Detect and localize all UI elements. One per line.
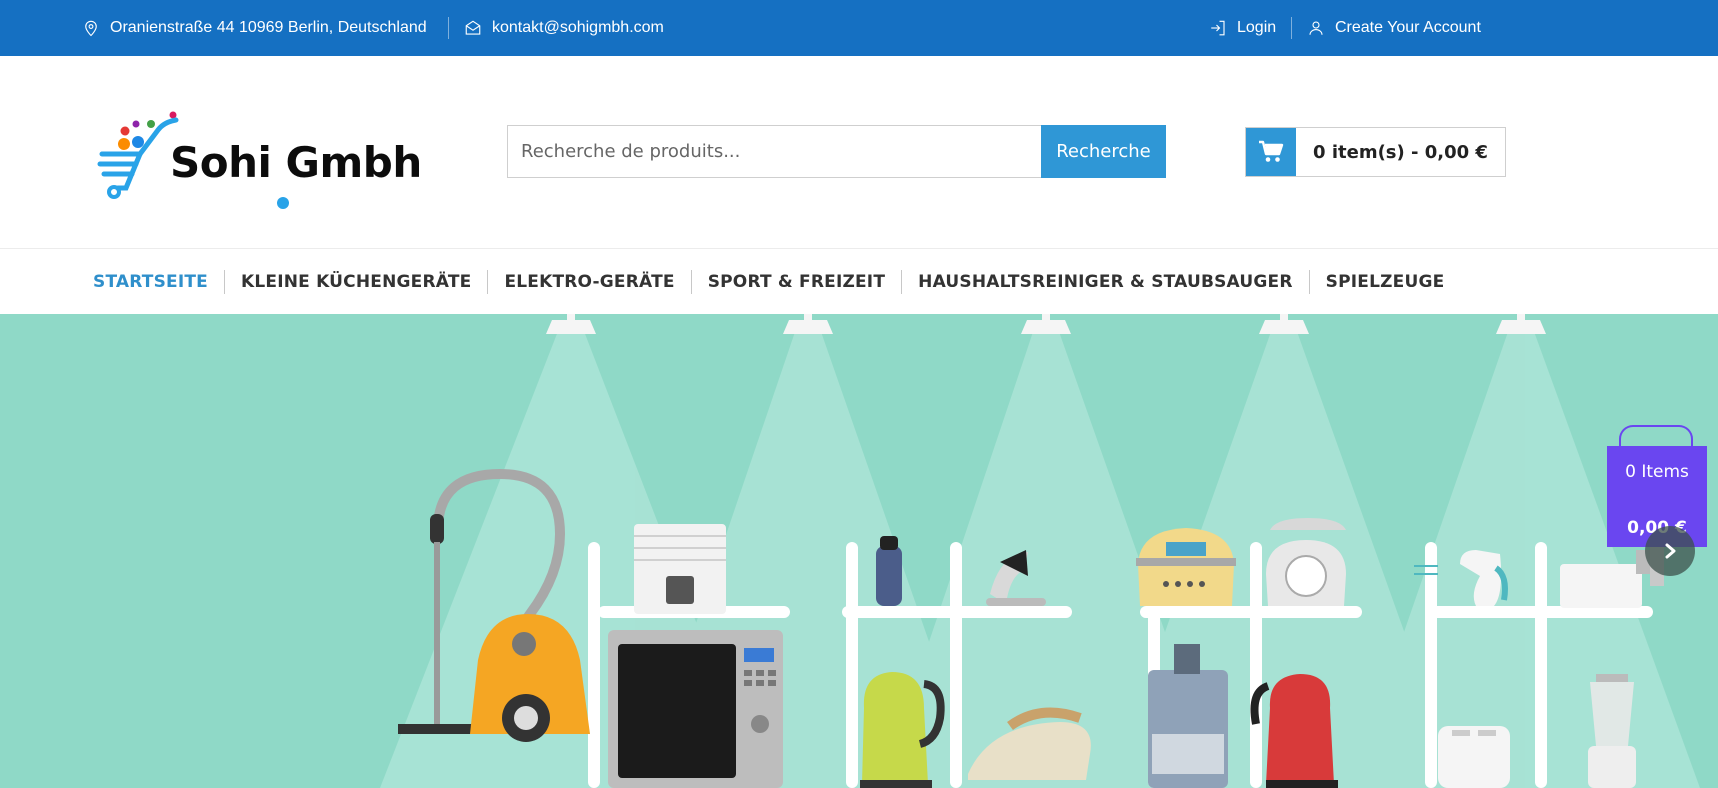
nav-item-elektro-geraete[interactable]: ELEKTRO-GERÄTE: [504, 272, 674, 292]
site-header: Sohi Gmbh Recherche 0 item(s) - 0,00 €: [0, 56, 1718, 249]
search-input[interactable]: [507, 125, 1041, 178]
login-link[interactable]: Login: [1209, 0, 1276, 56]
create-account-label[interactable]: Create Your Account: [1335, 19, 1481, 37]
email-link[interactable]: kontakt@sohigmbh.com: [492, 19, 664, 37]
cart-summary[interactable]: 0 item(s) - 0,00 €: [1245, 127, 1506, 177]
nav-divider: [224, 270, 225, 294]
hero-appliances-illustration: [380, 314, 1700, 788]
cart-icon-box[interactable]: [1246, 128, 1296, 176]
top-bar: Oranienstraße 44 10969 Berlin, Deutschla…: [0, 0, 1718, 56]
create-account-link[interactable]: Create Your Account: [1307, 0, 1481, 56]
nav-item-sport-freizeit[interactable]: SPORT & FREIZEIT: [708, 272, 885, 292]
envelope-icon: [465, 20, 481, 35]
user-icon: [1309, 21, 1323, 35]
nav-item-spielzeuge[interactable]: SPIELZEUGE: [1326, 272, 1445, 292]
slider-next-button[interactable]: [1645, 526, 1695, 576]
topbar-divider: [448, 17, 449, 39]
topbar-divider: [1291, 17, 1292, 39]
hero-slider: [0, 314, 1718, 788]
nav-item-kleine-kuechengeraete[interactable]: KLEINE KÜCHENGERÄTE: [241, 272, 471, 292]
login-label[interactable]: Login: [1237, 19, 1276, 37]
logo-text: Sohi Gmbh: [170, 138, 422, 187]
chevron-right-icon: [1665, 543, 1676, 559]
nav-divider: [901, 270, 903, 294]
shopping-cart-icon: [1259, 140, 1284, 162]
address-text: Oranienstraße 44 10969 Berlin, Deutschla…: [110, 19, 427, 36]
address-info: Oranienstraße 44 10969 Berlin, Deutschla…: [82, 0, 427, 56]
email-info[interactable]: kontakt@sohigmbh.com: [464, 0, 664, 56]
nav-item-startseite[interactable]: STARTSEITE: [93, 272, 208, 292]
site-logo[interactable]: Sohi Gmbh: [96, 104, 446, 209]
location-pin-icon: [85, 20, 97, 37]
nav-divider: [487, 270, 489, 294]
cart-summary-text[interactable]: 0 item(s) - 0,00 €: [1296, 128, 1505, 176]
main-nav: STARTSEITE KLEINE KÜCHENGERÄTE ELEKTRO-G…: [0, 250, 1718, 314]
mini-cart-items[interactable]: 0 Items: [1607, 462, 1707, 482]
nav-item-haushaltsreiniger-staubsauger[interactable]: HAUSHALTSREINIGER & STAUBSAUGER: [918, 272, 1293, 292]
search-button[interactable]: Recherche: [1041, 125, 1166, 178]
nav-divider: [690, 270, 692, 294]
nav-divider: [1308, 270, 1310, 294]
search-bar: Recherche: [507, 125, 1166, 178]
login-icon: [1211, 20, 1225, 36]
logo-dot-accent: [277, 197, 289, 209]
